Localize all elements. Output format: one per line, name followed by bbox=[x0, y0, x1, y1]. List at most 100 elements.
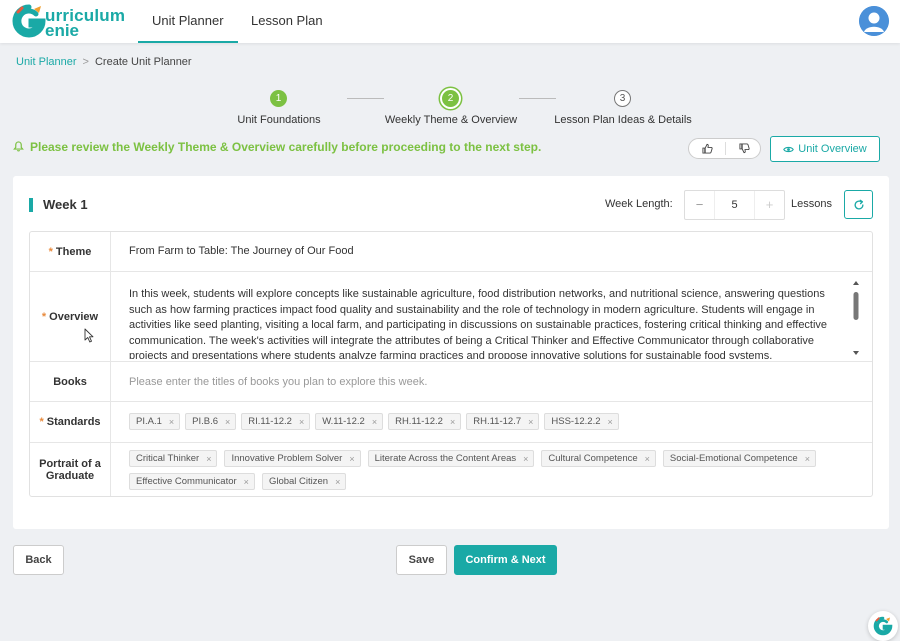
books-label: Books bbox=[30, 362, 111, 401]
user-icon bbox=[859, 6, 889, 36]
tag-text: Effective Communicator bbox=[136, 476, 237, 487]
eye-icon bbox=[783, 146, 795, 152]
curriculum-genie-logo[interactable]: urriculum enie bbox=[12, 4, 132, 40]
unit-overview-label: Unit Overview bbox=[798, 143, 867, 155]
week-card: Week 1 Week Length: − 5 + Lessons * Theme… bbox=[13, 176, 889, 529]
step-connector-2 bbox=[519, 98, 556, 99]
decrement-button[interactable]: − bbox=[685, 191, 715, 219]
standard-tag: RH.11-12.7 × bbox=[466, 413, 540, 430]
standards-label-text: Standards bbox=[46, 416, 101, 428]
books-input[interactable]: Please enter the titles of books you pla… bbox=[129, 376, 858, 388]
standards-label: * Standards bbox=[30, 402, 111, 442]
assistant-fab[interactable] bbox=[868, 611, 898, 641]
theme-input[interactable]: From Farm to Table: The Journey of Our F… bbox=[129, 245, 858, 257]
breadcrumb-unit-planner[interactable]: Unit Planner bbox=[16, 56, 77, 68]
portrait-label-line2: Graduate bbox=[45, 469, 95, 482]
thumbs-up-button[interactable] bbox=[689, 139, 725, 158]
portrait-label-line1: Portrait of a bbox=[39, 457, 101, 470]
tag-text: RH.11-12.2 bbox=[395, 416, 443, 427]
tag-text: Cultural Competence bbox=[548, 453, 638, 464]
tag-remove-icon[interactable]: × bbox=[523, 454, 528, 464]
breadcrumb: Unit Planner > Create Unit Planner bbox=[16, 56, 192, 68]
top-navbar: urriculum enie Unit Planner Lesson Plan bbox=[0, 0, 900, 43]
required-marker: * bbox=[48, 245, 53, 258]
step-2-label: Weekly Theme & Overview bbox=[384, 114, 518, 126]
step-1-circle[interactable]: 1 bbox=[270, 90, 287, 107]
tag-text: W.11-12.2 bbox=[322, 416, 365, 427]
step-3-circle[interactable]: 3 bbox=[614, 90, 631, 107]
theme-label-text: Theme bbox=[55, 245, 92, 258]
tag-remove-icon[interactable]: × bbox=[206, 454, 211, 464]
portrait-tag: Literate Across the Content Areas × bbox=[367, 450, 535, 467]
overview-textarea[interactable]: In this week, students will explore conc… bbox=[129, 287, 840, 359]
standard-tag: PI.A.1 × bbox=[129, 413, 181, 430]
portrait-tag: Cultural Competence × bbox=[541, 450, 656, 467]
tag-text: RI.11-12.2 bbox=[248, 416, 292, 427]
tag-remove-icon[interactable]: × bbox=[645, 454, 650, 464]
week-length-label: Week Length: bbox=[605, 198, 673, 210]
portrait-tag: Social-Emotional Competence × bbox=[662, 450, 816, 467]
portrait-tags[interactable]: Critical Thinker × Innovative Problem Sol… bbox=[129, 450, 858, 490]
feedback-group bbox=[688, 138, 761, 159]
logo-text-bottom: enie bbox=[45, 21, 80, 40]
overview-scrollbar[interactable] bbox=[851, 278, 861, 358]
overview-text: In this week, students will explore conc… bbox=[129, 288, 828, 359]
regenerate-button[interactable] bbox=[844, 190, 873, 219]
tag-remove-icon[interactable]: × bbox=[528, 417, 533, 427]
overview-label-text: Overview bbox=[49, 310, 99, 323]
tag-text: Global Citizen bbox=[268, 476, 329, 487]
step-3-label: Lesson Plan Ideas & Details bbox=[554, 114, 692, 126]
tag-remove-icon[interactable]: × bbox=[608, 417, 613, 427]
confirm-next-button[interactable]: Confirm & Next bbox=[454, 545, 557, 575]
standards-row: * Standards PI.A.1 × PI.B.6 × RI.11-12.2 × W… bbox=[30, 402, 872, 443]
tag-remove-icon[interactable]: × bbox=[372, 417, 377, 427]
tag-text: Literate Across the Content Areas bbox=[374, 453, 517, 464]
bell-icon bbox=[13, 141, 24, 152]
user-avatar[interactable] bbox=[859, 6, 889, 36]
tag-remove-icon[interactable]: × bbox=[805, 454, 810, 464]
step-2-circle[interactable]: 2 bbox=[442, 90, 459, 107]
tab-lesson-plan[interactable]: Lesson Plan bbox=[237, 0, 337, 43]
increment-button[interactable]: + bbox=[754, 191, 784, 219]
portrait-tag: Innovative Problem Solver × bbox=[224, 450, 361, 467]
standards-tags[interactable]: PI.A.1 × PI.B.6 × RI.11-12.2 × W.11-12.2 × R… bbox=[129, 413, 858, 430]
portrait-tag: Global Citizen × bbox=[261, 473, 347, 490]
tag-remove-icon[interactable]: × bbox=[349, 454, 354, 464]
lessons-label: Lessons bbox=[791, 198, 832, 210]
tag-text: Critical Thinker bbox=[136, 453, 200, 464]
breadcrumb-current: Create Unit Planner bbox=[94, 56, 192, 68]
tag-text: Innovative Problem Solver bbox=[231, 453, 343, 464]
notice-text: Please review the Weekly Theme & Overvie… bbox=[30, 140, 542, 154]
portrait-tag: Effective Communicator × bbox=[129, 473, 255, 490]
theme-label: * Theme bbox=[30, 232, 111, 271]
week-length-input[interactable]: 5 bbox=[715, 191, 754, 219]
tag-remove-icon[interactable]: × bbox=[244, 477, 249, 487]
tag-text: RH.11-12.7 bbox=[473, 416, 522, 427]
overview-row: * Overview In this week, students will ex… bbox=[30, 272, 872, 362]
mouse-cursor-icon bbox=[84, 328, 94, 343]
thumbs-down-button[interactable] bbox=[726, 139, 762, 158]
tag-text: HSS-12.2.2 bbox=[551, 416, 601, 427]
required-marker: * bbox=[41, 310, 47, 323]
tab-unit-planner[interactable]: Unit Planner bbox=[138, 0, 238, 43]
portrait-label: Portrait of a Graduate bbox=[30, 443, 111, 496]
save-button[interactable]: Save bbox=[396, 545, 447, 575]
tag-text: Social-Emotional Competence bbox=[669, 453, 798, 464]
thumbs-up-icon bbox=[701, 143, 713, 154]
theme-row: * Theme From Farm to Table: The Journey o… bbox=[30, 232, 872, 272]
refresh-icon bbox=[854, 199, 864, 210]
portrait-row: Portrait of a Graduate Critical Thinker × … bbox=[30, 443, 872, 496]
tag-remove-icon[interactable]: × bbox=[335, 477, 340, 487]
tag-remove-icon[interactable]: × bbox=[299, 417, 304, 427]
review-notice: Please review the Weekly Theme & Overvie… bbox=[13, 140, 541, 154]
overview-label: * Overview bbox=[30, 272, 111, 361]
tag-text: PI.B.6 bbox=[192, 416, 219, 427]
back-button[interactable]: Back bbox=[13, 545, 64, 575]
week-form: * Theme From Farm to Table: The Journey o… bbox=[29, 231, 873, 497]
tag-remove-icon[interactable]: × bbox=[169, 417, 174, 427]
books-row: Books Please enter the titles of books y… bbox=[30, 362, 872, 402]
tag-remove-icon[interactable]: × bbox=[225, 417, 230, 427]
unit-overview-button[interactable]: Unit Overview bbox=[770, 136, 880, 162]
standard-tag: PI.B.6 × bbox=[185, 413, 237, 430]
tag-remove-icon[interactable]: × bbox=[450, 417, 455, 427]
